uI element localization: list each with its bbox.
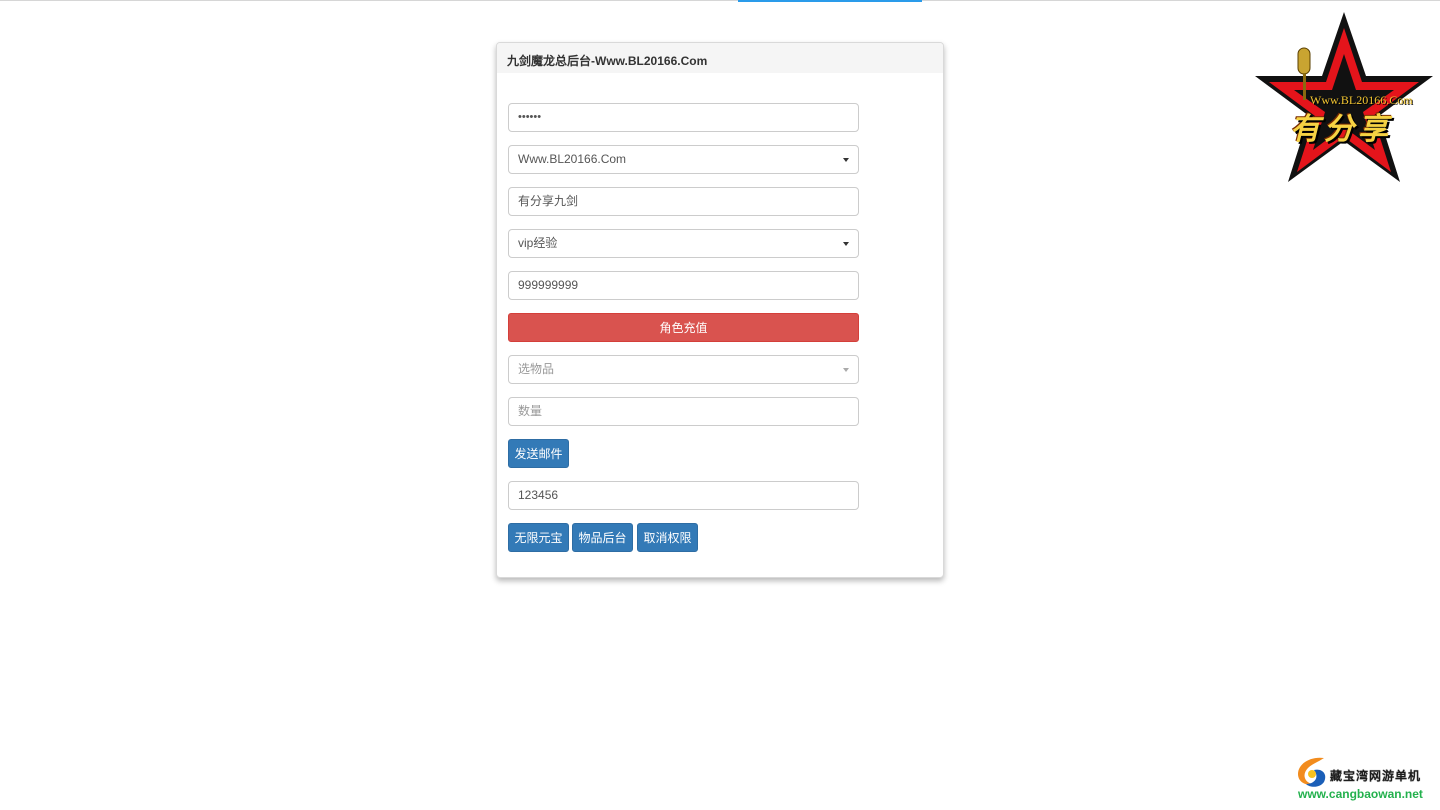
- item-backend-button[interactable]: 物品后台: [572, 523, 633, 552]
- chevron-down-icon: [843, 368, 849, 372]
- recharge-role-button[interactable]: 角色充值: [508, 313, 859, 342]
- cangbaowan-url: www.cangbaowan.net: [1298, 787, 1423, 801]
- top-progress-accent: [738, 0, 922, 2]
- cancel-permission-button[interactable]: 取消权限: [637, 523, 698, 552]
- item-select-placeholder: 选物品: [518, 362, 555, 376]
- star-logo-brand: 有分享: [1290, 112, 1392, 147]
- send-mail-button[interactable]: 发送邮件: [508, 439, 569, 468]
- server-select-value: Www.BL20166.Com: [518, 152, 627, 166]
- password-input[interactable]: ••••••: [508, 103, 859, 132]
- server-select[interactable]: Www.BL20166.Com: [508, 145, 859, 174]
- panel-title: 九剑魔龙总后台-Www.BL20166.Com: [497, 43, 943, 73]
- item-select[interactable]: 选物品: [508, 355, 859, 384]
- admin-panel: 九剑魔龙总后台-Www.BL20166.Com •••••• Www.BL201…: [496, 42, 944, 578]
- recharge-type-select[interactable]: vip经验: [508, 229, 859, 258]
- amount-input[interactable]: 999999999: [508, 271, 859, 300]
- quantity-input[interactable]: 数量: [508, 397, 859, 426]
- code-input[interactable]: 123456: [508, 481, 859, 510]
- role-name-input[interactable]: 有分享九剑: [508, 187, 859, 216]
- chevron-down-icon: [843, 158, 849, 162]
- chevron-down-icon: [843, 242, 849, 246]
- cangbaowan-name: 藏宝湾网游单机: [1330, 769, 1422, 783]
- top-border-line: [0, 0, 1440, 1]
- unlimited-yuanbao-button[interactable]: 无限元宝: [508, 523, 569, 552]
- recharge-type-value: vip经验: [518, 236, 558, 250]
- cangbaowan-logo-icon: [1298, 757, 1326, 787]
